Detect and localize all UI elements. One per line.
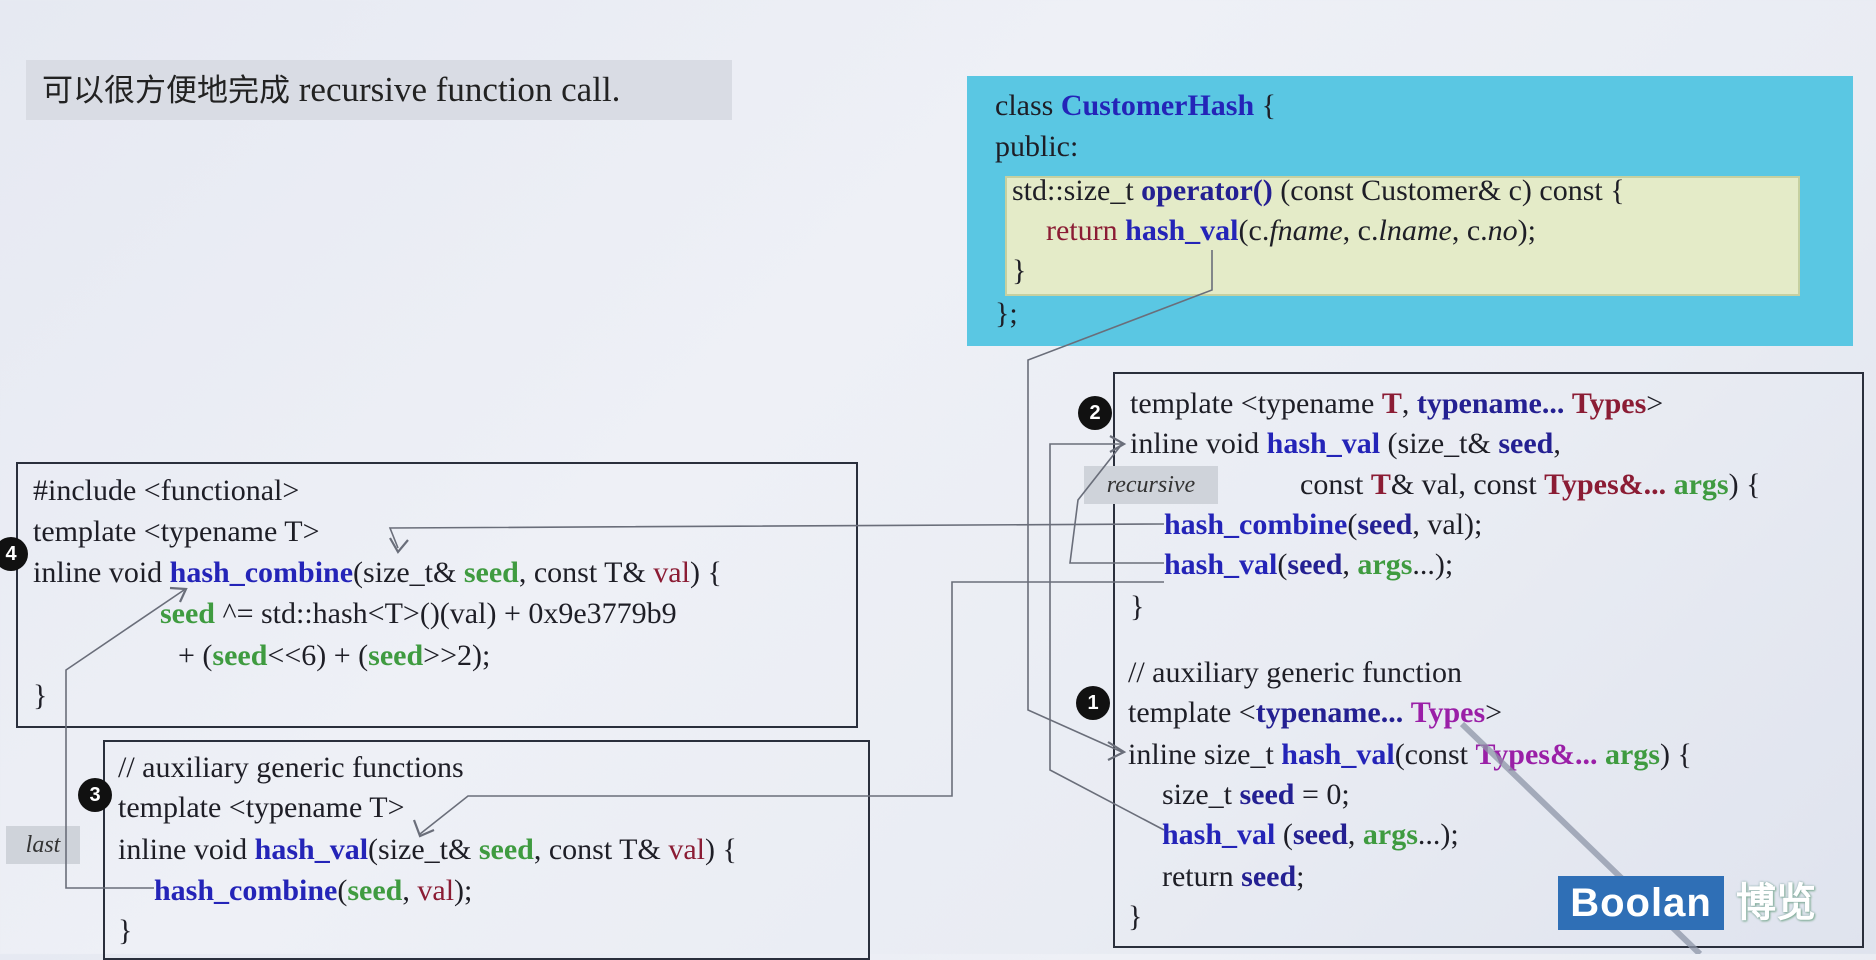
boolan-logo-chinese: 博览 (1736, 880, 1816, 926)
boolan-logo: Boolan (1558, 876, 1724, 930)
arrow-recursive-self (1069, 443, 1164, 564)
call-flow-arrows (65, 250, 1703, 954)
arrow-last-to-combine (65, 589, 185, 889)
arrow-operator-to-aux (1027, 250, 1213, 753)
arrowhead-hash-val-single (412, 819, 435, 838)
arrow-aux-to-variadic (1049, 443, 1165, 831)
arrowhead-aux (1107, 741, 1127, 761)
arrow-to-hash-combine (388, 523, 1165, 549)
arrow-to-hash-val-single (419, 581, 1164, 835)
arrowhead-hash-combine (389, 537, 409, 554)
